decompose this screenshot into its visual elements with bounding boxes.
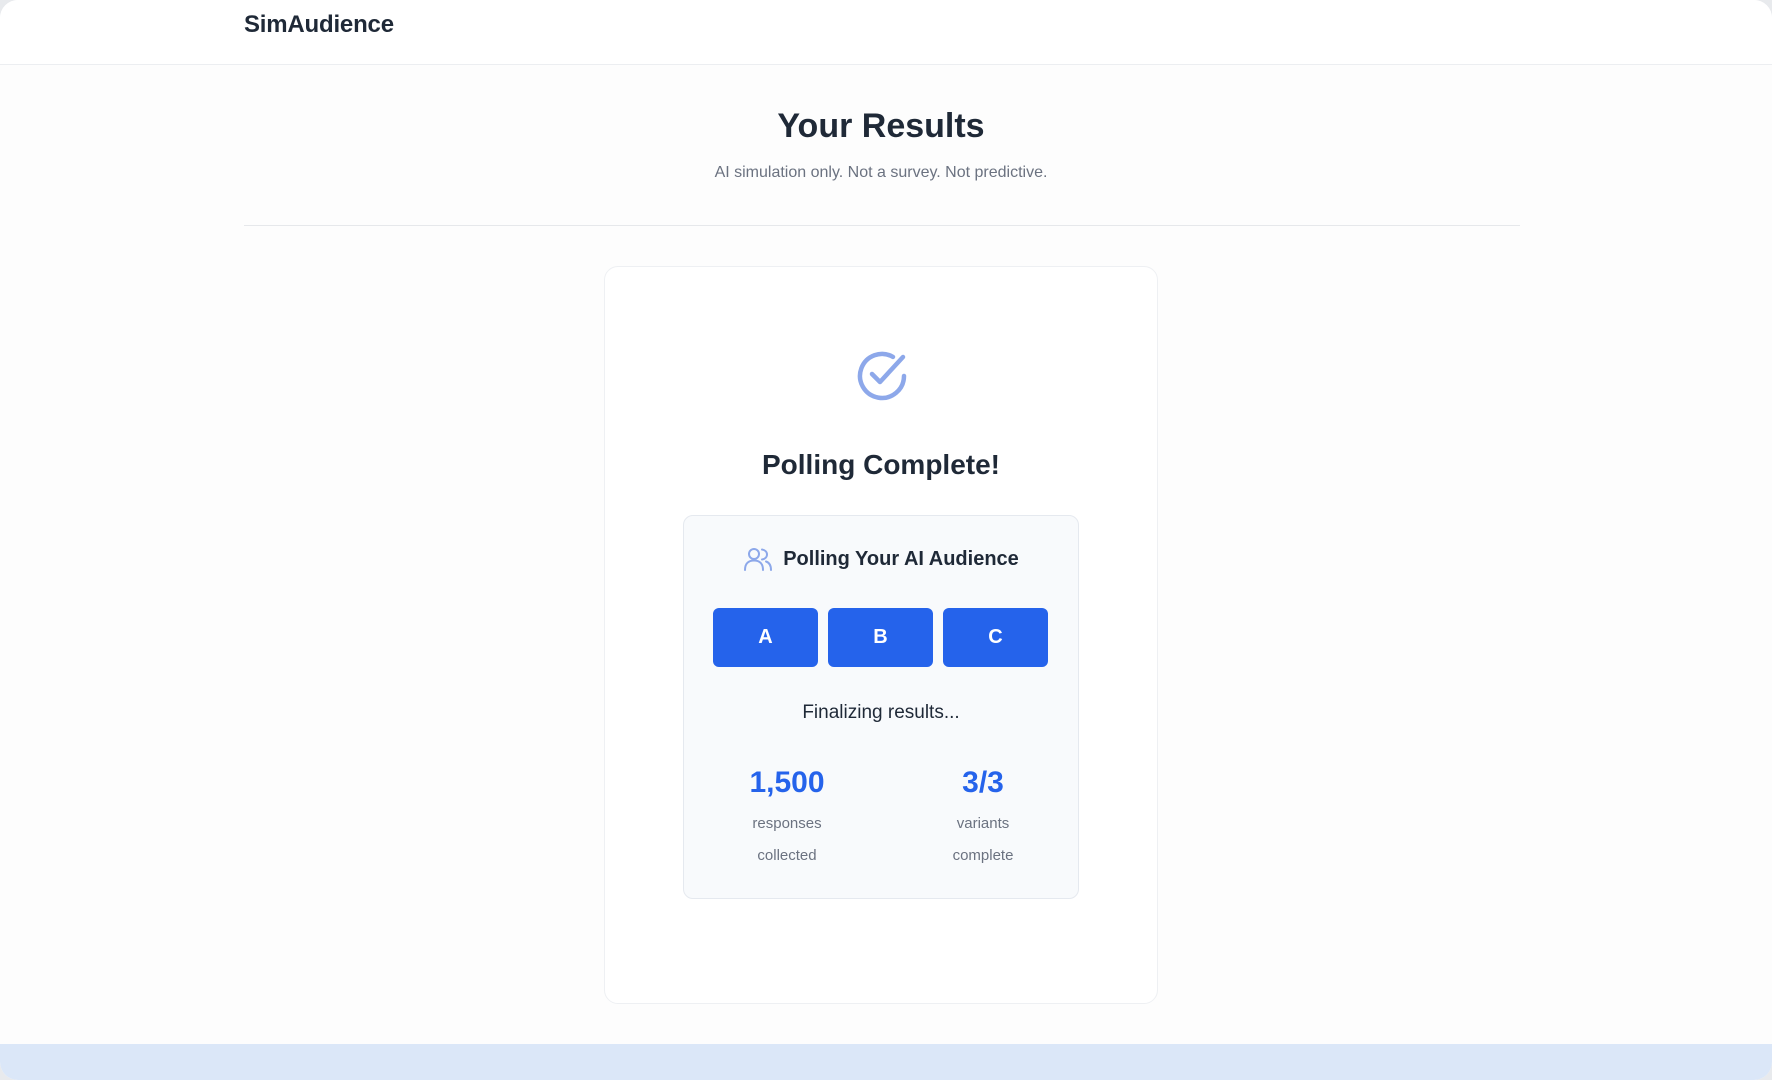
results-card: Polling Complete! Polling Your AI Audien… [604,266,1158,1004]
variant-b-button[interactable]: B [828,608,933,667]
variant-buttons: A B C [713,608,1053,668]
stat-responses: 1,500 responses collected [712,764,862,872]
users-icon [744,548,773,571]
page-title: Your Results [777,107,985,145]
main-content: Your Results AI simulation only. Not a s… [0,65,1772,1045]
section-divider [244,225,1520,226]
polling-panel: Polling Your AI Audience A B C Finalizin… [683,515,1079,899]
polling-complete-title: Polling Complete! [762,449,1000,480]
panel-title: Polling Your AI Audience [783,547,1019,570]
panel-header: Polling Your AI Audience [684,546,1078,572]
status-text: Finalizing results... [802,702,960,723]
stat-responses-value: 1,500 [749,766,825,799]
bottom-strip [0,1044,1772,1080]
stat-variants: 3/3 variants complete [908,764,1058,872]
brand-logo-text[interactable]: SimAudience [244,11,394,39]
check-circle-icon [857,351,907,401]
top-header: SimAudience [0,0,1772,65]
stat-responses-label: responses collected [752,815,822,864]
app-window: SimAudience Your Results AI simulation o… [0,0,1772,1080]
variant-a-button[interactable]: A [713,608,818,667]
stat-variants-value: 3/3 [962,766,1004,799]
stat-variants-label: variants complete [952,815,1014,864]
variant-c-button[interactable]: C [943,608,1048,667]
page-subtitle: AI simulation only. Not a survey. Not pr… [714,164,1048,181]
